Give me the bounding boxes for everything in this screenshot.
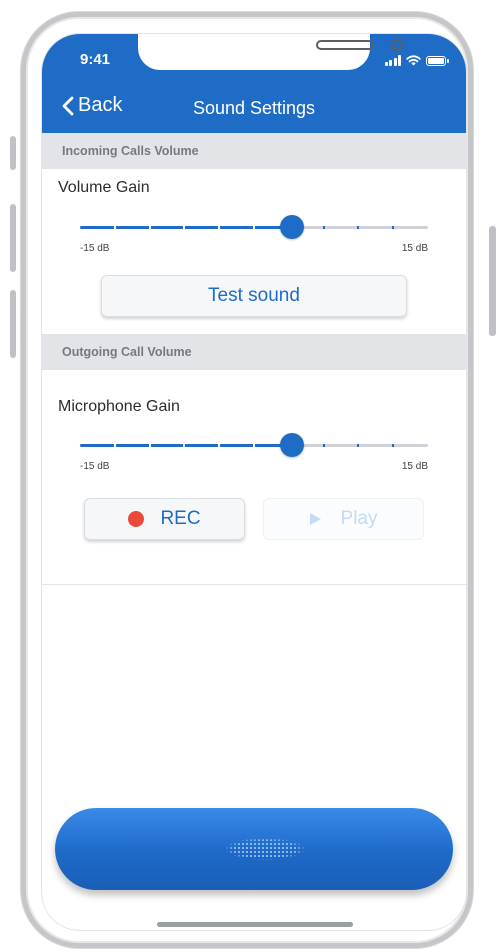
slider-tick <box>357 444 360 447</box>
slider-tick <box>392 444 395 447</box>
slider-tick <box>322 444 325 447</box>
rec-label: REC <box>160 508 201 529</box>
signal-icon <box>384 55 401 66</box>
slider-thumb[interactable] <box>280 215 305 239</box>
microphone-gain-label: Microphone Gain <box>58 398 180 415</box>
slider-fill <box>80 226 293 229</box>
volume-gain-slider[interactable] <box>80 215 428 239</box>
play-label: Play <box>340 508 378 529</box>
slider-tick <box>113 444 116 447</box>
slider-tick <box>218 226 221 229</box>
speaker-grille-icon <box>225 838 305 860</box>
incoming-section-header: Incoming Calls Volume <box>42 133 466 169</box>
record-dot-icon <box>128 511 145 527</box>
outgoing-section-header: Outgoing Call Volume <box>42 334 466 370</box>
slider-tick <box>322 226 325 229</box>
battery-icon <box>426 56 449 66</box>
slider-tick <box>183 444 186 447</box>
screen: 9:41 Back Sound Settings Incoming Calls … <box>42 34 466 930</box>
play-button: Play <box>263 498 424 540</box>
volume-up-button <box>10 204 16 272</box>
microphone-min-label: -15 dB <box>80 461 110 472</box>
slider-tick <box>113 226 116 229</box>
slider-tick <box>218 444 221 447</box>
volume-min-label: -15 dB <box>80 243 110 254</box>
slider-tick <box>357 226 360 229</box>
notch <box>138 34 403 70</box>
volume-gain-label: Volume Gain <box>58 179 150 196</box>
test-sound-label: Test sound <box>208 285 300 306</box>
rec-button[interactable]: REC <box>84 498 245 540</box>
test-sound-button[interactable]: Test sound <box>101 275 407 317</box>
microphone-max-label: 15 dB <box>401 461 428 472</box>
app-header: 9:41 Back Sound Settings <box>42 34 466 133</box>
slider-thumb[interactable] <box>280 433 305 457</box>
volume-down-button <box>10 290 16 358</box>
home-indicator[interactable] <box>157 922 353 927</box>
slider-tick <box>148 444 151 447</box>
status-time: 9:41 <box>80 51 111 68</box>
slider-tick <box>253 444 255 447</box>
wifi-icon <box>406 55 421 66</box>
page-title: Sound Settings <box>192 98 316 118</box>
status-icons <box>384 54 449 66</box>
mute-switch <box>10 136 16 170</box>
microphone-gain-slider[interactable] <box>80 433 428 457</box>
camera-icon <box>391 39 403 51</box>
slider-tick <box>392 226 395 229</box>
volume-max-label: 15 dB <box>401 243 428 254</box>
slider-tick <box>183 226 186 229</box>
power-button <box>489 226 496 336</box>
slider-fill <box>80 444 293 447</box>
play-icon <box>309 513 321 525</box>
slider-tick <box>148 226 151 229</box>
section-divider <box>42 584 466 585</box>
slider-tick <box>253 226 255 229</box>
earpiece-icon <box>316 40 374 50</box>
push-to-talk-button[interactable] <box>55 808 453 890</box>
